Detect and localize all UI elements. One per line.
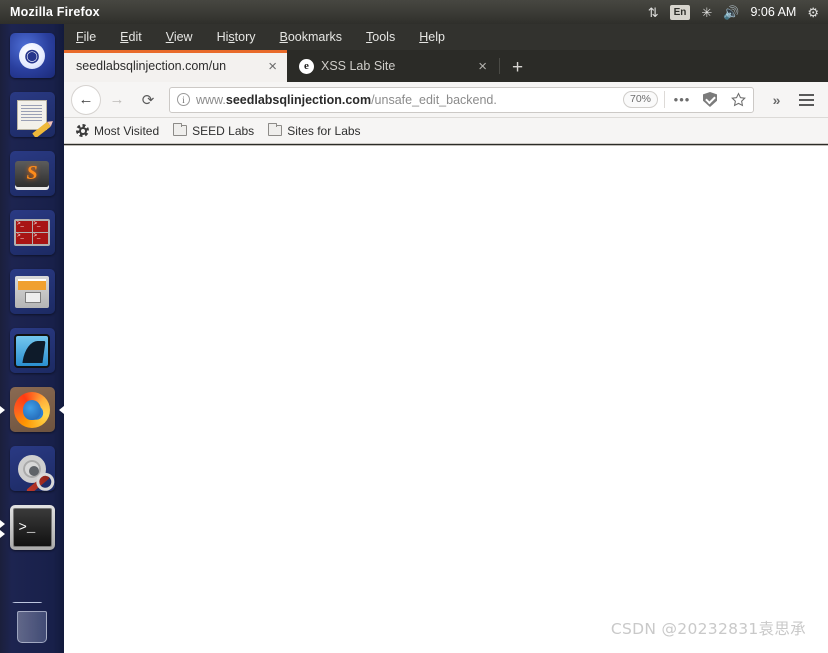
menu-item-help[interactable]: Help: [419, 30, 445, 44]
gear-icon: [76, 124, 89, 137]
info-circle-icon[interactable]: i: [177, 93, 190, 106]
ubuntu-logo-icon: ◉: [9, 33, 55, 78]
system-indicators: ⇅ En ✳ 🔊 9:06 AM ⚙: [648, 4, 828, 20]
close-icon[interactable]: ×: [476, 59, 489, 74]
navigation-toolbar: ← → ⟳ i www.seedlabsqlinjection.com/unsa…: [64, 82, 828, 118]
terminal-icon: >_: [9, 505, 55, 550]
folder-icon: [173, 123, 188, 136]
launcher-item-sublime-text[interactable]: S: [0, 144, 64, 203]
screen-root: ◉ S >_ >_ >_ >_ >_ File Edit View Histor…: [0, 0, 828, 653]
pocket-shield-icon[interactable]: [699, 89, 721, 111]
menu-item-tools[interactable]: Tools: [366, 30, 395, 44]
url-prefix: www.: [196, 92, 226, 107]
reload-button[interactable]: ⟳: [134, 86, 162, 114]
unity-launcher: ◉ S >_ >_ >_ >_ >_: [0, 0, 64, 653]
launcher-item-terminator[interactable]: >_ >_ >_ >_: [0, 203, 64, 262]
bookmarks-toolbar: Most Visited SEED Labs Sites for Labs: [64, 118, 828, 144]
text-editor-icon: [9, 92, 55, 137]
star-icon[interactable]: [727, 89, 749, 111]
elgg-e-icon: e: [299, 58, 314, 74]
menu-bar: File Edit View History Bookmarks Tools H…: [64, 24, 828, 50]
urlbar-separator: [664, 91, 665, 108]
launcher-item-trash[interactable]: [0, 595, 64, 653]
running-indicator-icon: [0, 405, 5, 414]
back-button[interactable]: ←: [72, 85, 100, 114]
close-icon[interactable]: ×: [266, 59, 279, 74]
title-bar: Mozilla Firefox ⇅ En ✳ 🔊 9:06 AM ⚙: [0, 0, 828, 24]
zoom-level-badge[interactable]: 70%: [622, 91, 658, 108]
csdn-watermark: CSDN @20232831袁思承: [610, 620, 806, 638]
volume-icon[interactable]: 🔊: [723, 6, 739, 19]
gear-icon[interactable]: ⚙: [807, 6, 819, 19]
network-icon[interactable]: ⇅: [648, 6, 659, 19]
tab-label: seedlabsqlinjection.com/un: [76, 59, 227, 73]
bookmark-sites-for-labs[interactable]: Sites for Labs: [268, 123, 361, 138]
bluetooth-icon[interactable]: ✳: [701, 6, 712, 19]
bookmark-label: SEED Labs: [192, 123, 255, 138]
menu-item-file[interactable]: File: [76, 30, 96, 44]
focused-indicator-icon: [59, 405, 64, 414]
system-settings-icon: [9, 446, 55, 491]
tab-seedlabsqlinjection[interactable]: seedlabsqlinjection.com/un ×: [64, 50, 287, 82]
clock-indicator[interactable]: 9:06 AM: [750, 5, 796, 19]
bookmark-label: Most Visited: [94, 123, 160, 138]
tab-label: XSS Lab Site: [321, 59, 396, 73]
terminator-icon: >_ >_ >_ >_: [9, 210, 55, 255]
window-title: Mozilla Firefox: [10, 5, 100, 19]
ellipsis-icon[interactable]: •••: [671, 89, 693, 111]
overflow-button[interactable]: »: [761, 86, 789, 114]
bookmark-seed-labs[interactable]: SEED Labs: [173, 123, 255, 138]
menu-item-edit[interactable]: Edit: [120, 30, 142, 44]
launcher-item-file-manager[interactable]: [0, 262, 64, 321]
tab-separator: [499, 58, 500, 74]
url-host: seedlabsqlinjection.com: [225, 92, 372, 107]
launcher-item-settings[interactable]: [0, 439, 64, 498]
menu-item-bookmarks[interactable]: Bookmarks: [280, 30, 343, 44]
firefox-window: File Edit View History Bookmarks Tools H…: [64, 0, 828, 653]
wireshark-icon: [9, 328, 55, 373]
launcher-item-text-editor[interactable]: [0, 85, 64, 144]
url-text: www.seedlabsqlinjection.com/unsafe_edit_…: [196, 93, 617, 107]
menu-item-history[interactable]: History: [217, 30, 256, 44]
launcher-item-wireshark[interactable]: [0, 321, 64, 380]
trash-icon: [9, 602, 55, 647]
menu-item-view[interactable]: View: [166, 30, 193, 44]
folder-icon: [268, 123, 283, 136]
firefox-icon: [9, 387, 55, 432]
running-indicator-icon-2: [0, 530, 5, 538]
new-tab-button[interactable]: +: [502, 58, 533, 77]
forward-button[interactable]: →: [103, 86, 131, 114]
hamburger-menu-icon[interactable]: [792, 86, 820, 114]
url-path: /unsafe_edit_backend.: [371, 92, 497, 107]
running-indicator-icon: [0, 520, 5, 528]
bookmark-most-visited[interactable]: Most Visited: [76, 124, 159, 138]
tab-xss-lab-site[interactable]: e XSS Lab Site ×: [287, 50, 497, 82]
launcher-item-ubuntu-dash[interactable]: ◉: [0, 26, 64, 85]
launcher-item-terminal[interactable]: >_: [0, 498, 64, 557]
url-bar[interactable]: i www.seedlabsqlinjection.com/unsafe_edi…: [169, 86, 754, 113]
keyboard-layout-indicator[interactable]: En: [669, 4, 691, 20]
launcher-item-firefox[interactable]: [0, 380, 64, 439]
file-manager-icon: [9, 269, 55, 314]
page-content-area[interactable]: CSDN @20232831袁思承: [64, 145, 828, 653]
tab-strip: seedlabsqlinjection.com/un × e XSS Lab S…: [64, 50, 828, 82]
bookmark-label: Sites for Labs: [287, 123, 361, 138]
sublime-text-icon: S: [9, 151, 55, 196]
